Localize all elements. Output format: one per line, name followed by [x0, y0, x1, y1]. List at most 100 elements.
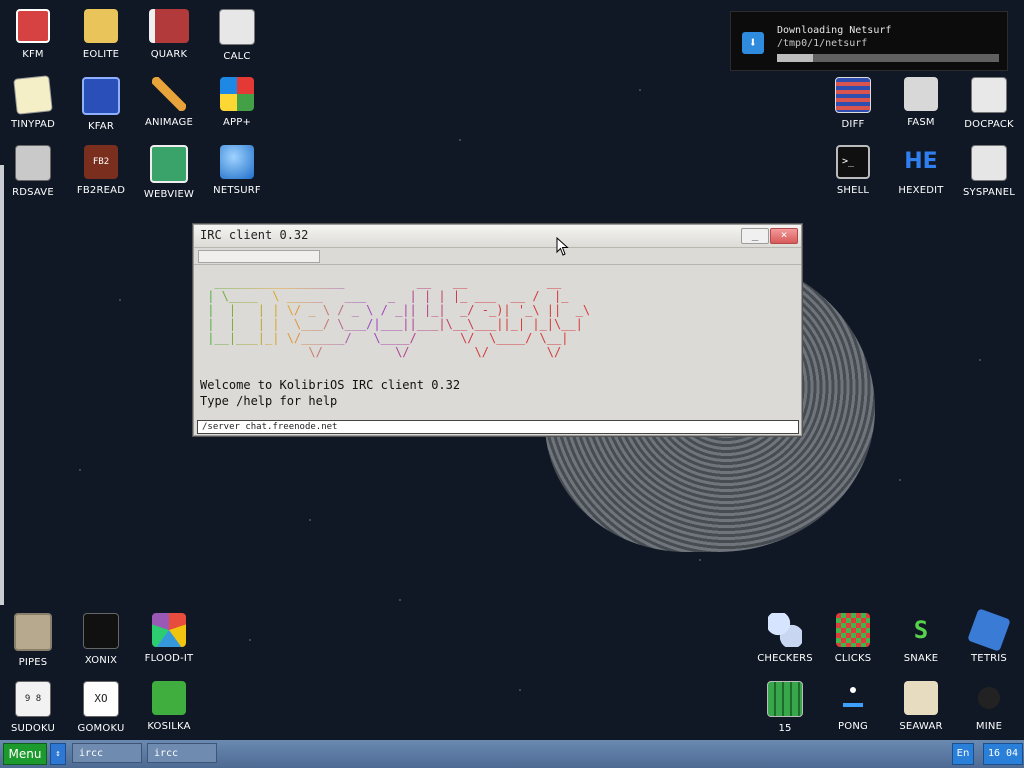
menu-button[interactable]: Menu [3, 743, 47, 765]
desktop-icon-netsurf[interactable]: NETSURF [205, 137, 269, 201]
desktop-icon-label: NETSURF [213, 185, 261, 196]
desktop-icon-label: FB2READ [76, 185, 126, 196]
window-title: IRC client 0.32 [200, 228, 309, 242]
desktop-icon-gomoku[interactable]: XO GOMOKU [69, 673, 133, 737]
folder-icon [84, 9, 118, 43]
desktop-icon-seawar[interactable]: SEAWAR [889, 673, 953, 737]
desktop-icon-eolite[interactable]: EOLITE [69, 1, 133, 65]
desktop-icon-label: KFAR [88, 121, 114, 132]
desktop-icon-docpack[interactable]: DOCPACK [957, 69, 1021, 133]
desktop-icon-syspanel[interactable]: SYSPANEL [957, 137, 1021, 201]
clock[interactable]: 16 04 [983, 743, 1023, 765]
channel-tab[interactable] [198, 250, 320, 263]
pong-icon [836, 681, 870, 715]
panels-icon [82, 77, 120, 115]
desktop-icon-mine[interactable]: MINE [957, 673, 1021, 737]
floppy-icon [16, 9, 50, 43]
desktop-icon-label: QUARK [150, 49, 188, 60]
scroll-arrow-button[interactable]: ↕ [50, 743, 66, 765]
desktop-icon-kfm[interactable]: KFM [1, 1, 65, 65]
fb2-book-icon: FB2 [84, 145, 118, 179]
desktop-icon-hexedit[interactable]: HE HEXEDIT [889, 137, 953, 201]
desktop-icon-fasm[interactable]: FASM [889, 69, 953, 133]
desktop-icon-kfar[interactable]: KFAR [69, 69, 133, 133]
xonix-icon [83, 613, 119, 649]
task-button-ircc[interactable]: ircc [72, 743, 142, 763]
desktop-icon-label: EOLITE [82, 49, 120, 60]
desktop-icon-label: ANIMAGE [144, 117, 194, 128]
checkers-icon [768, 613, 802, 647]
irc-client-window[interactable]: IRC client 0.32 _ × __________________ _… [193, 224, 802, 436]
task-button-ircc-2[interactable]: ircc [147, 743, 217, 763]
desktop-icon-label: APP+ [222, 117, 252, 128]
desktop-icon-label: XONIX [84, 655, 118, 666]
gomoku-icon: XO [83, 681, 119, 717]
download-notification[interactable]: ⬇ Downloading Netsurf /tmp0/1/netsurf [730, 11, 1008, 71]
desktop-icon-app-[interactable]: APP+ [205, 69, 269, 133]
desktop-icon-15[interactable]: 15 [753, 673, 817, 737]
desktop-icon-xonix[interactable]: XONIX [69, 605, 133, 669]
desktop-icon-tetris[interactable]: TETRIS [957, 605, 1021, 669]
ascii-banner-row: |__|___|_| \/______/ \____/ \/ \____/ \_… [200, 331, 568, 345]
web-image-icon [150, 145, 188, 183]
desktop-icon-label: TETRIS [971, 653, 1007, 664]
desktop-icon-quark[interactable]: QUARK [137, 1, 201, 65]
desktop-icon-label: MINE [975, 721, 1003, 732]
download-icon: ⬇ [742, 32, 764, 54]
desktop-icon-animage[interactable]: ANIMAGE [137, 69, 201, 133]
desktop-icon-checkers[interactable]: CHECKERS [753, 605, 817, 669]
desktop-icon-tinypad[interactable]: TINYPAD [1, 69, 65, 133]
diff-icon [835, 77, 871, 113]
tetris-icon [967, 608, 1011, 652]
desktop-icon-webview[interactable]: WEBVIEW [137, 137, 201, 201]
desktop-icon-label: HEXEDIT [898, 185, 944, 196]
desktop-icon-flood-it[interactable]: FLOOD-IT [137, 605, 201, 669]
desktop-icon-label: DOCPACK [964, 119, 1014, 130]
desktop-icon-label: FLOOD-IT [144, 653, 194, 664]
sliders-icon [971, 145, 1007, 181]
notepad-icon [13, 75, 53, 115]
desktop-icon-label: RDSAVE [12, 187, 54, 198]
window-titlebar[interactable]: IRC client 0.32 _ × [194, 225, 801, 248]
download-progress-fill [777, 54, 813, 62]
minimize-button[interactable]: _ [741, 228, 769, 244]
desktop-icon-snake[interactable]: SNAKE [889, 605, 953, 669]
cube-icon [220, 77, 254, 111]
desktop-icon-label: KFM [22, 49, 44, 60]
language-indicator[interactable]: En [952, 743, 974, 765]
desktop-icon-label: TINYPAD [11, 119, 55, 130]
desktop-icon-calc[interactable]: CALC [205, 1, 269, 65]
hex-icon: HE [904, 149, 938, 174]
calculator-icon [219, 9, 255, 45]
fasm-icon [904, 77, 938, 111]
desktop-icon-label: PIPES [18, 657, 48, 668]
desktop-icon-fb2read[interactable]: FB2 FB2READ [69, 137, 133, 201]
snake-icon [904, 613, 938, 647]
ascii-banner-row: \/ \/ \/ \/ [200, 345, 561, 359]
mouse-cursor-icon [556, 237, 569, 256]
lawnmower-icon [152, 681, 186, 715]
desktop-icon-clicks[interactable]: CLICKS [821, 605, 885, 669]
desktop-icon-sudoku[interactable]: 9 8 SUDOKU [1, 673, 65, 737]
ascii-banner-row: | | | | \/ _ \ / _ \ / _|| |_| _/ -_)| '… [200, 303, 590, 317]
notification-title: Downloading Netsurf [777, 25, 892, 36]
pipes-icon [14, 613, 52, 651]
desktop-icon-diff[interactable]: DIFF [821, 69, 885, 133]
blocks-icon [836, 613, 870, 647]
desktop-icon-label: 15 [778, 723, 792, 734]
desktop-icon-label: WEBVIEW [143, 189, 195, 200]
desktop-icon-pipes[interactable]: PIPES [1, 605, 65, 669]
desktop-icon-label: GOMOKU [77, 723, 125, 734]
desktop-icon-label: PONG [838, 721, 868, 732]
ascii-banner-row: | | | | \___/ \___/|___||___|\__\___||_|… [200, 317, 583, 331]
notification-path: /tmp0/1/netsurf [777, 38, 868, 49]
desktop-icon-kosilka[interactable]: KOSILKA [137, 673, 201, 737]
desktop-icon-label: FASM [907, 117, 935, 128]
command-input[interactable] [197, 420, 799, 434]
desktop-icon-label: SNAKE [903, 653, 939, 664]
desktop-icon-rdsave[interactable]: RDSAVE [1, 137, 65, 201]
desktop-icon-pong[interactable]: PONG [821, 673, 885, 737]
fifteen-puzzle-icon [767, 681, 803, 717]
close-button[interactable]: × [770, 228, 798, 244]
desktop-icon-shell[interactable]: >_ SHELL [821, 137, 885, 201]
